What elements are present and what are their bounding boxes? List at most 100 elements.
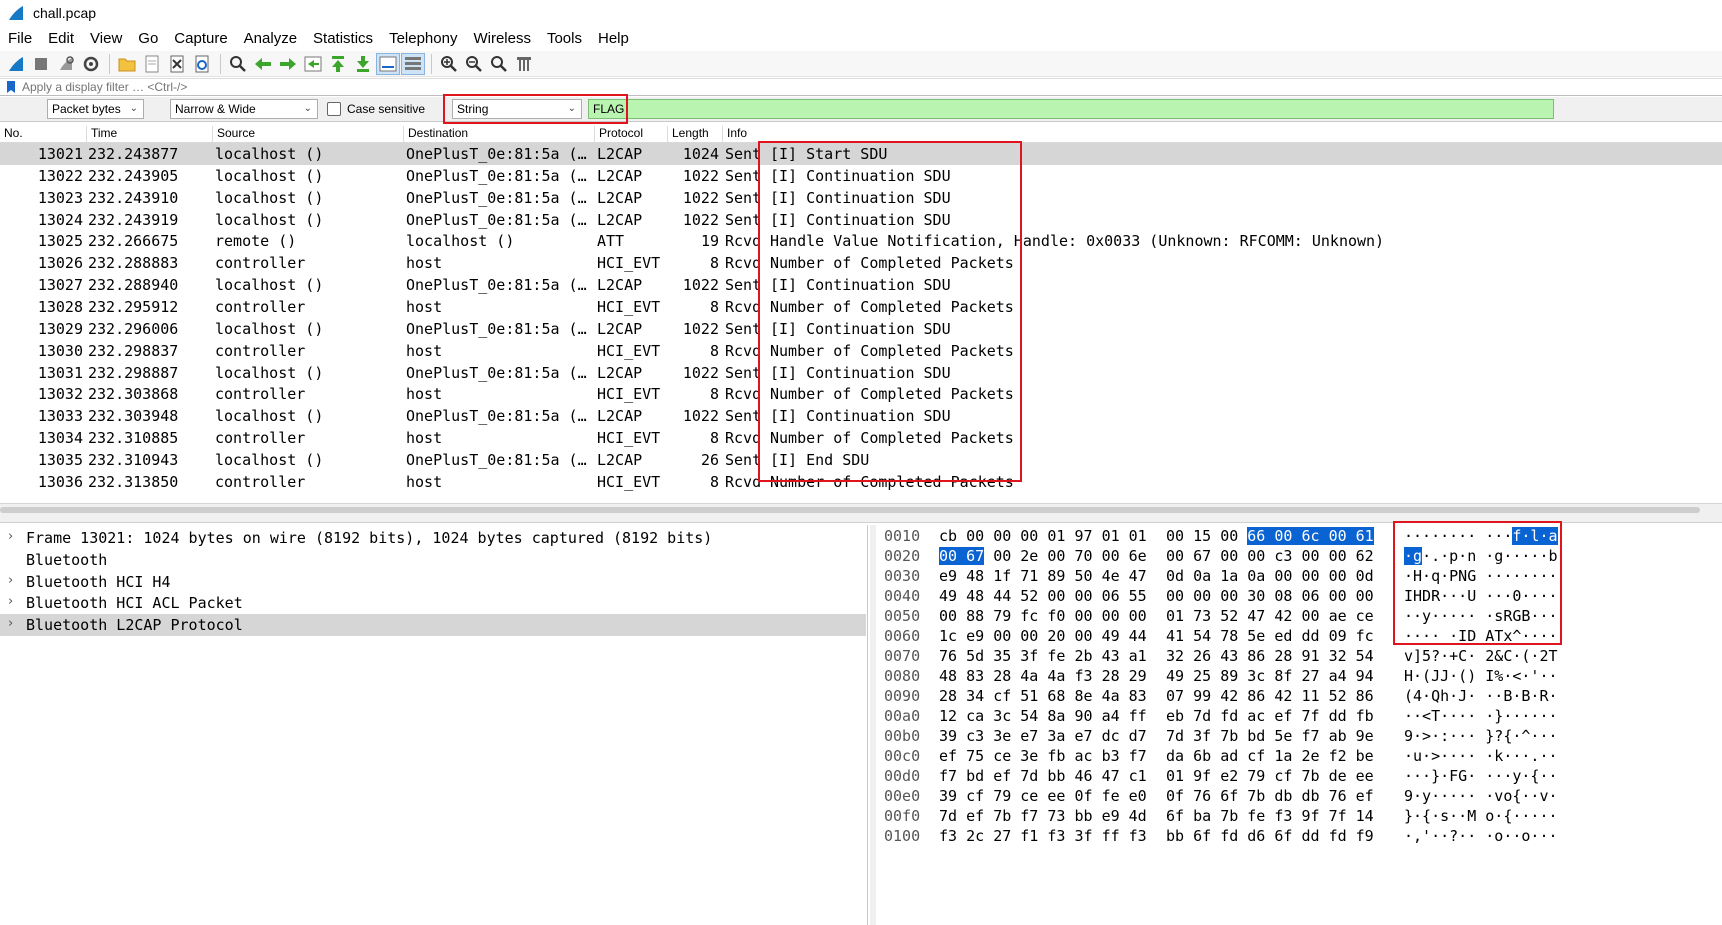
menu-capture[interactable]: Capture xyxy=(166,30,235,47)
column-time[interactable]: Time xyxy=(86,126,171,142)
hex-row[interactable]: 0080 48 83 28 4a 4a f3 28 29 49 25 89 3c 8… xyxy=(876,666,1722,686)
table-row[interactable]: 13026 232.288883 controller host HCI_EVT 8 Rcv… xyxy=(0,252,1722,274)
hex-row[interactable]: 0060 1c e9 00 00 20 00 49 44 41 54 78 5e e… xyxy=(876,626,1722,646)
packet-source: controller xyxy=(215,297,306,316)
hex-row[interactable]: 0010 cb 00 00 00 01 97 01 01 00 15 00 66 0… xyxy=(876,526,1722,546)
column-info[interactable]: Info xyxy=(722,126,1720,142)
table-row[interactable]: 13027 232.288940 localhost () OnePlusT_0e:8… xyxy=(0,274,1722,296)
hex-row[interactable]: 00b0 39 c3 3e e7 3a e7 dc d7 7d 3f 7b bd 5… xyxy=(876,726,1722,746)
packet-info: [I] Continuation SDU xyxy=(770,407,951,426)
hex-row[interactable]: 00d0 f7 bd ef 7d bb 46 47 c1 01 9f e2 79 c… xyxy=(876,766,1722,786)
packet-details-pane[interactable]: › Frame 13021: 1024 bytes on wire (8192 b… xyxy=(0,525,868,925)
tree-item[interactable]: › Bluetooth L2CAP Protocol xyxy=(0,614,866,637)
packet-list-scrollbar[interactable] xyxy=(0,503,1722,515)
open-folder-icon[interactable] xyxy=(115,53,139,75)
hex-row[interactable]: 0030 e9 48 1f 71 89 50 4e 47 0d 0a 1a 0a 0… xyxy=(876,566,1722,586)
ascii-bytes: ·u·>···· ·k···.·· xyxy=(1404,747,1558,765)
go-to-packet-icon[interactable] xyxy=(301,53,325,75)
column-destination[interactable]: Destination xyxy=(403,126,593,142)
display-filter-input[interactable] xyxy=(22,80,1702,94)
menu-edit[interactable]: Edit xyxy=(40,30,82,47)
table-row[interactable]: 13030 232.298837 controller host HCI_EVT 8 Rcv… xyxy=(0,340,1722,362)
char-width-select[interactable]: Narrow & Wide ⌄ xyxy=(170,99,318,119)
chevron-right-icon[interactable]: › xyxy=(8,529,13,544)
packet-length: 1022 xyxy=(682,166,719,185)
normal-size-icon[interactable] xyxy=(487,53,511,75)
table-row[interactable]: 13025 232.266675 remote () localhost () ATT 1… xyxy=(0,230,1722,252)
table-row[interactable]: 13029 232.296006 localhost () OnePlusT_0e:8… xyxy=(0,318,1722,340)
table-row[interactable]: 13033 232.303948 localhost () OnePlusT_0e:8… xyxy=(0,405,1722,427)
hex-row[interactable]: 00a0 12 ca 3c 54 8a 90 a4 ff eb 7d fd ac e… xyxy=(876,706,1722,726)
table-row[interactable]: 13023 232.243910 localhost () OnePlusT_0e:8… xyxy=(0,187,1722,209)
go-forward-icon[interactable] xyxy=(276,53,300,75)
column-no[interactable]: No. xyxy=(0,126,85,142)
find-packet-icon[interactable] xyxy=(226,53,250,75)
packet-list[interactable]: 13021 232.243877 localhost () OnePlusT_0e:8… xyxy=(0,143,1722,497)
go-back-icon[interactable] xyxy=(251,53,275,75)
packet-time: 232.295912 xyxy=(88,297,179,316)
hex-row[interactable]: 0070 76 5d 35 3f fe 2b 43 a1 32 26 43 86 2… xyxy=(876,646,1722,666)
hex-row[interactable]: 0100 f3 2c 27 f1 f3 3f ff f3 bb 6f fd d6 6… xyxy=(876,826,1722,846)
search-in-select[interactable]: Packet bytes ⌄ xyxy=(47,99,144,119)
search-type-select[interactable]: String ⌄ xyxy=(452,99,583,119)
last-packet-icon[interactable] xyxy=(351,53,375,75)
chevron-right-icon[interactable]: › xyxy=(8,573,13,588)
shark-fin-start-icon[interactable] xyxy=(4,53,28,75)
tree-item[interactable]: › Bluetooth HCI ACL Packet xyxy=(0,592,866,614)
hex-row[interactable]: 00e0 39 cf 79 ce ee 0f fe e0 0f 76 6f 7b d… xyxy=(876,786,1722,806)
menu-view[interactable]: View xyxy=(82,30,130,47)
zoom-in-icon[interactable] xyxy=(437,53,461,75)
tree-item[interactable]: › Bluetooth HCI H4 xyxy=(0,571,866,593)
menu-tools[interactable]: Tools xyxy=(539,30,590,47)
menu-go[interactable]: Go xyxy=(130,30,166,47)
table-row[interactable]: 13036 232.313850 controller host HCI_EVT 8 Rcv… xyxy=(0,471,1722,493)
hex-row[interactable]: 0090 28 34 cf 51 68 8e 4a 83 07 99 42 86 4… xyxy=(876,686,1722,706)
tree-item[interactable]: › Frame 13021: 1024 bytes on wire (8192 b… xyxy=(0,527,866,549)
table-row[interactable]: 13024 232.243919 localhost () OnePlusT_0e:8… xyxy=(0,209,1722,231)
table-row[interactable]: 13022 232.243905 localhost () OnePlusT_0e:8… xyxy=(0,165,1722,187)
menu-help[interactable]: Help xyxy=(590,30,637,47)
column-source[interactable]: Source xyxy=(212,126,402,142)
options-gear-icon[interactable] xyxy=(79,53,103,75)
column-length[interactable]: Length xyxy=(667,126,721,142)
first-packet-icon[interactable] xyxy=(326,53,350,75)
hex-row[interactable]: 0020 00 67 00 2e 00 70 00 6e 00 67 00 00 c… xyxy=(876,546,1722,566)
menu-analyze[interactable]: Analyze xyxy=(236,30,305,47)
scrollbar-thumb[interactable] xyxy=(0,507,1700,513)
packet-length: 1022 xyxy=(682,319,719,338)
table-row[interactable]: 13021 232.243877 localhost () OnePlusT_0e:8… xyxy=(0,143,1722,165)
table-row[interactable]: 13028 232.295912 controller host HCI_EVT 8 Rcv… xyxy=(0,296,1722,318)
table-row[interactable]: 13031 232.298887 localhost () OnePlusT_0e:8… xyxy=(0,362,1722,384)
autoscroll-icon[interactable] xyxy=(376,52,400,75)
hex-row[interactable]: 0040 49 48 44 52 00 00 06 55 00 00 00 30 0… xyxy=(876,586,1722,606)
close-file-icon[interactable] xyxy=(165,53,189,75)
menu-wireless[interactable]: Wireless xyxy=(465,30,539,47)
hex-row[interactable]: 00f0 7d ef 7b f7 73 bb e9 4d 6f ba 7b fe f… xyxy=(876,806,1722,826)
packet-bytes-pane[interactable]: 0010 cb 00 00 00 01 97 01 01 00 15 00 66 0… xyxy=(870,525,1722,925)
restart-icon[interactable] xyxy=(54,53,78,75)
case-sensitive-checkbox[interactable] xyxy=(327,102,341,116)
tree-item[interactable]: Bluetooth xyxy=(0,549,866,571)
packet-protocol: L2CAP xyxy=(597,166,643,185)
menu-statistics[interactable]: Statistics xyxy=(305,30,381,47)
reload-icon[interactable] xyxy=(190,53,214,75)
table-row[interactable]: 13032 232.303868 controller host HCI_EVT 8 Rcv… xyxy=(0,383,1722,405)
hex-row[interactable]: 00c0 ef 75 ce 3e fb ac b3 f7 da 6b ad cf 1… xyxy=(876,746,1722,766)
stop-icon[interactable] xyxy=(29,53,53,75)
save-file-icon[interactable] xyxy=(140,53,164,75)
menu-telephony[interactable]: Telephony xyxy=(381,30,465,47)
hex-bytes: f7 bd ef 7d bb 46 47 c1 xyxy=(939,767,1147,785)
chevron-right-icon[interactable]: › xyxy=(8,594,13,609)
table-row[interactable]: 13034 232.310885 controller host HCI_EVT 8 Rcv… xyxy=(0,427,1722,449)
chevron-right-icon[interactable]: › xyxy=(8,616,13,631)
zoom-out-icon[interactable] xyxy=(462,53,486,75)
bookmark-icon[interactable] xyxy=(4,80,18,94)
resize-columns-icon[interactable] xyxy=(512,53,536,75)
pane-splitter[interactable] xyxy=(0,515,1722,523)
search-value-input[interactable]: FLAG xyxy=(588,99,1555,119)
hex-row[interactable]: 0050 00 88 79 fc f0 00 00 00 01 73 52 47 4… xyxy=(876,606,1722,626)
menu-file[interactable]: File xyxy=(0,30,40,47)
table-row[interactable]: 13035 232.310943 localhost () OnePlusT_0e:8… xyxy=(0,449,1722,471)
colorize-icon[interactable] xyxy=(401,52,425,75)
column-protocol[interactable]: Protocol xyxy=(594,126,666,142)
